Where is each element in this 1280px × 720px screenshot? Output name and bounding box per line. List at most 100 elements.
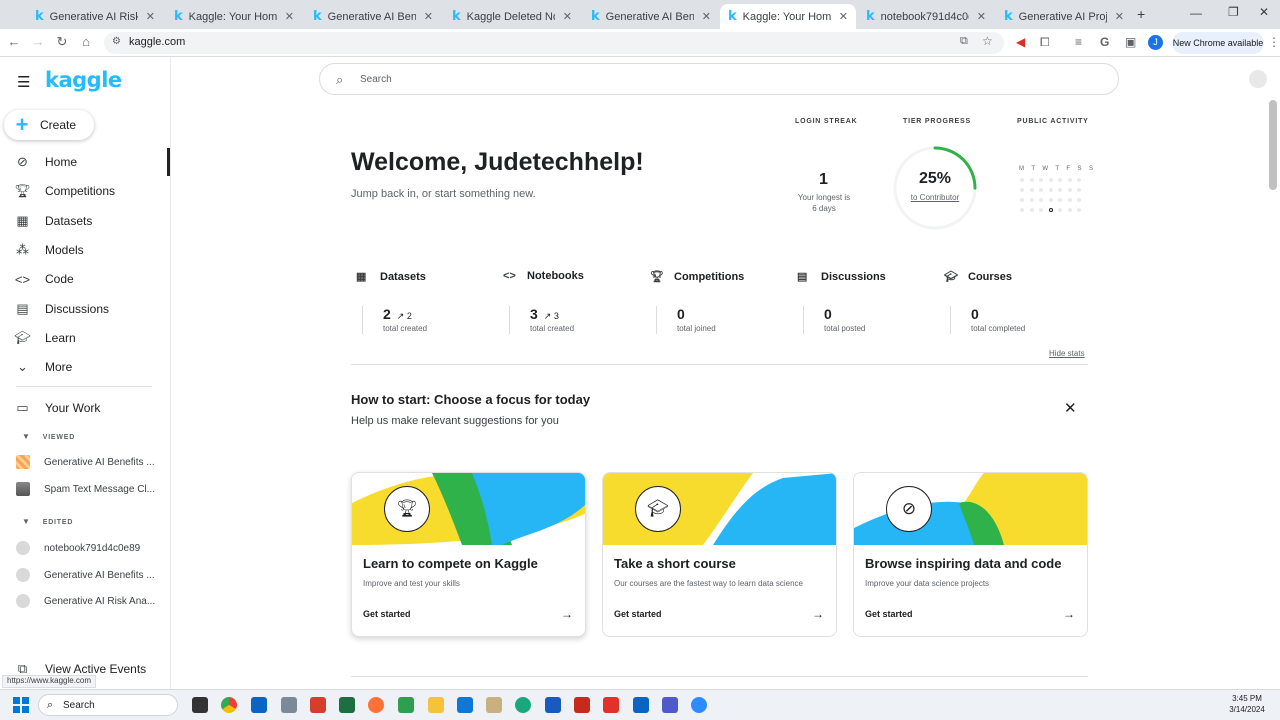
close-tab-icon[interactable]: ✕ — [281, 10, 294, 23]
extension-megaphone-icon[interactable]: ◀ — [1016, 35, 1025, 49]
get-started-link[interactable]: Get started — [865, 609, 913, 619]
sidebar-item-competitions[interactable]: 🏆︎ Competitions — [0, 177, 170, 205]
windows-start-icon[interactable] — [13, 697, 29, 713]
excel-app-icon[interactable] — [339, 697, 355, 713]
new-chrome-available-button[interactable]: New Chrome available — [1172, 32, 1264, 54]
browser-tab[interactable]: kGenerative AI Benefits An✕ — [305, 4, 441, 29]
site-info-icon[interactable]: ⚙ — [112, 36, 121, 47]
viewed-item[interactable]: Generative AI Benefits ... — [16, 455, 166, 469]
browser-toolbar: ← → ↻ ⌂ ⚙ kaggle.com ⧉ ☆ ◀ ⧠ ≡ G ▣ J New… — [0, 29, 1280, 57]
edited-item[interactable]: Generative AI Risk Ana... — [16, 594, 166, 608]
focus-card-compete[interactable]: 🏆︎ Learn to compete on Kaggle Improve an… — [351, 472, 586, 637]
outlook-app-icon[interactable] — [251, 697, 267, 713]
media-controls-icon[interactable]: ≡ — [1075, 35, 1082, 49]
google-icon[interactable]: G — [1100, 35, 1109, 49]
firefox-app-icon[interactable] — [368, 697, 384, 713]
address-bar[interactable]: ⚙ kaggle.com ⧉ ☆ — [104, 32, 1004, 54]
hide-stats-link[interactable]: Hide stats — [1049, 349, 1085, 358]
browser-tab[interactable]: kGenerative AI Risk Analy✕ — [27, 4, 163, 29]
user-avatar[interactable] — [1249, 70, 1267, 88]
forward-icon[interactable]: → — [29, 34, 47, 49]
sidebar-item-discussions[interactable]: ▤ Discussions — [0, 295, 170, 323]
stat-competitions[interactable]: 🏆︎ Competitions 0 total joined — [650, 270, 790, 334]
stat-courses[interactable]: 🎓︎ Courses 0 total completed — [944, 270, 1084, 334]
edited-section-header[interactable]: ▼ EDITED — [22, 517, 73, 526]
onedrive-app-icon[interactable] — [457, 697, 473, 713]
viewed-item[interactable]: Spam Text Message Cl... — [16, 482, 166, 496]
minimize-icon[interactable]: — — [1190, 6, 1202, 20]
close-icon[interactable]: ✕ — [1064, 399, 1077, 417]
profile-avatar[interactable]: J — [1148, 35, 1163, 50]
close-window-icon[interactable]: ✕ — [1259, 5, 1269, 19]
install-app-icon[interactable]: ⧉ — [960, 35, 968, 48]
sidebar-item-datasets[interactable]: ▦ Datasets — [0, 207, 170, 235]
get-started-link[interactable]: Get started — [363, 609, 411, 619]
notepad-app-icon[interactable] — [398, 697, 414, 713]
close-tab-icon[interactable]: ✕ — [1111, 10, 1124, 23]
sidebar-item-more[interactable]: ⌄ More — [0, 353, 170, 381]
browser-tab-active[interactable]: kKaggle: Your Home for Da✕ — [720, 4, 856, 29]
extensions-puzzle-icon[interactable]: ⧠ — [1040, 35, 1050, 50]
side-panel-icon[interactable]: ▣ — [1125, 35, 1136, 49]
browser-tab[interactable]: kKaggle Deleted Notebook✕ — [444, 4, 580, 29]
hamburger-menu-icon[interactable]: ☰ — [17, 73, 30, 91]
create-button[interactable]: + Create — [4, 110, 94, 140]
home-icon[interactable]: ⌂ — [77, 34, 95, 49]
browser-tab[interactable]: knotebook791d4c0e89 | K✕ — [858, 4, 994, 29]
section-divider — [351, 676, 1088, 677]
edited-item[interactable]: notebook791d4c0e89 — [16, 541, 166, 555]
taskbar-date[interactable]: 3/14/2024 — [1222, 705, 1272, 714]
outlook-new-app-icon[interactable] — [633, 697, 649, 713]
stat-discussions[interactable]: ▤ Discussions 0 total posted — [797, 270, 937, 334]
close-tab-icon[interactable]: ✕ — [698, 10, 711, 23]
arrow-right-icon[interactable]: → — [812, 607, 824, 621]
sidebar-item-home[interactable]: ⊘ Home — [0, 148, 170, 176]
file-explorer-icon[interactable] — [428, 697, 444, 713]
word-app-icon[interactable] — [545, 697, 561, 713]
arrow-right-icon[interactable]: → — [561, 607, 573, 621]
focus-card-browse[interactable]: ⊘ Browse inspiring data and code Improve… — [853, 472, 1088, 637]
tier-progress-link[interactable]: to Contributor — [892, 193, 978, 202]
snipping-tool-icon[interactable] — [310, 697, 326, 713]
zoom-app-icon[interactable] — [691, 697, 707, 713]
sidebar-item-code[interactable]: <> Code — [0, 265, 170, 293]
close-tab-icon[interactable]: ✕ — [835, 10, 848, 23]
close-tab-icon[interactable]: ✕ — [142, 10, 155, 23]
focus-subtitle: Help us make relevant suggestions for yo… — [351, 415, 559, 427]
bookmark-star-icon[interactable]: ☆ — [982, 34, 993, 48]
calculator-app-icon[interactable] — [281, 697, 297, 713]
taskbar-time[interactable]: 3:45 PM — [1222, 694, 1272, 703]
viewed-section-header[interactable]: ▼ VIEWED — [22, 432, 75, 441]
edge-app-icon[interactable] — [515, 697, 531, 713]
browser-tab[interactable]: kKaggle: Your Home for Da✕ — [166, 4, 302, 29]
browser-tab[interactable]: kGenerative AI Benefits An✕ — [583, 4, 719, 29]
acrobat-app-icon[interactable] — [603, 697, 619, 713]
close-tab-icon[interactable]: ✕ — [420, 10, 433, 23]
teams-app-icon[interactable] — [662, 697, 678, 713]
media-app-icon[interactable] — [574, 697, 590, 713]
reload-icon[interactable]: ↻ — [53, 34, 71, 50]
sidebar-item-learn[interactable]: 🎓︎ Learn — [0, 324, 170, 352]
kaggle-logo[interactable]: kaggle — [45, 68, 122, 92]
stat-datasets[interactable]: ▦ Datasets 2 ↗ 2 total created — [356, 270, 496, 334]
arrow-right-icon[interactable]: → — [1063, 607, 1075, 621]
chrome-menu-icon[interactable]: ⋮ — [1268, 35, 1280, 49]
stat-notebooks[interactable]: <> Notebooks 3 ↗ 3 total created — [503, 270, 643, 334]
chrome-app-icon[interactable] — [221, 697, 237, 713]
search-input[interactable]: ⌕ Search — [319, 63, 1119, 95]
task-view-icon[interactable] — [192, 697, 208, 713]
close-tab-icon[interactable]: ✕ — [973, 10, 986, 23]
new-tab-icon[interactable]: + — [1137, 6, 1145, 22]
focus-card-course[interactable]: 🎓︎ Take a short course Our courses are t… — [602, 472, 837, 637]
get-started-link[interactable]: Get started — [614, 609, 662, 619]
page-scrollbar[interactable] — [1269, 100, 1277, 190]
browser-tab[interactable]: kGenerative AI Project Jud✕ — [996, 4, 1132, 29]
sidebar-item-your-work[interactable]: ▭ Your Work — [0, 394, 170, 422]
wordpad-app-icon[interactable] — [486, 697, 502, 713]
sidebar-item-models[interactable]: ⁂ Models — [0, 236, 170, 264]
edited-item[interactable]: Generative AI Benefits ... — [16, 568, 166, 582]
maximize-icon[interactable]: ❐ — [1228, 5, 1239, 19]
close-tab-icon[interactable]: ✕ — [559, 10, 572, 23]
taskbar-search-box[interactable]: ⌕ Search — [38, 694, 178, 716]
back-icon[interactable]: ← — [5, 34, 23, 49]
